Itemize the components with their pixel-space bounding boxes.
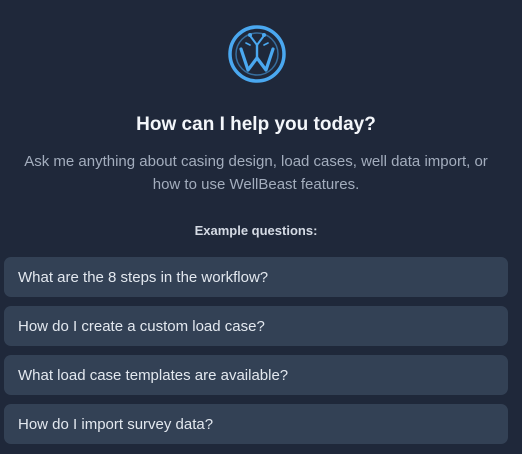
example-question-workflow-steps[interactable]: What are the 8 steps in the workflow? xyxy=(4,257,508,297)
example-questions-list: What are the 8 steps in the workflow? Ho… xyxy=(4,257,508,444)
example-questions-label: Example questions: xyxy=(194,223,318,238)
page-title: How can I help you today? xyxy=(136,114,376,135)
example-question-import-survey-data[interactable]: How do I import survey data? xyxy=(4,404,508,444)
wellbeast-logo-icon xyxy=(228,25,286,83)
example-question-custom-load-case[interactable]: How do I create a custom load case? xyxy=(4,306,508,346)
example-question-load-case-templates[interactable]: What load case templates are available? xyxy=(4,355,508,395)
page-subtitle: Ask me anything about casing design, loa… xyxy=(24,153,488,193)
